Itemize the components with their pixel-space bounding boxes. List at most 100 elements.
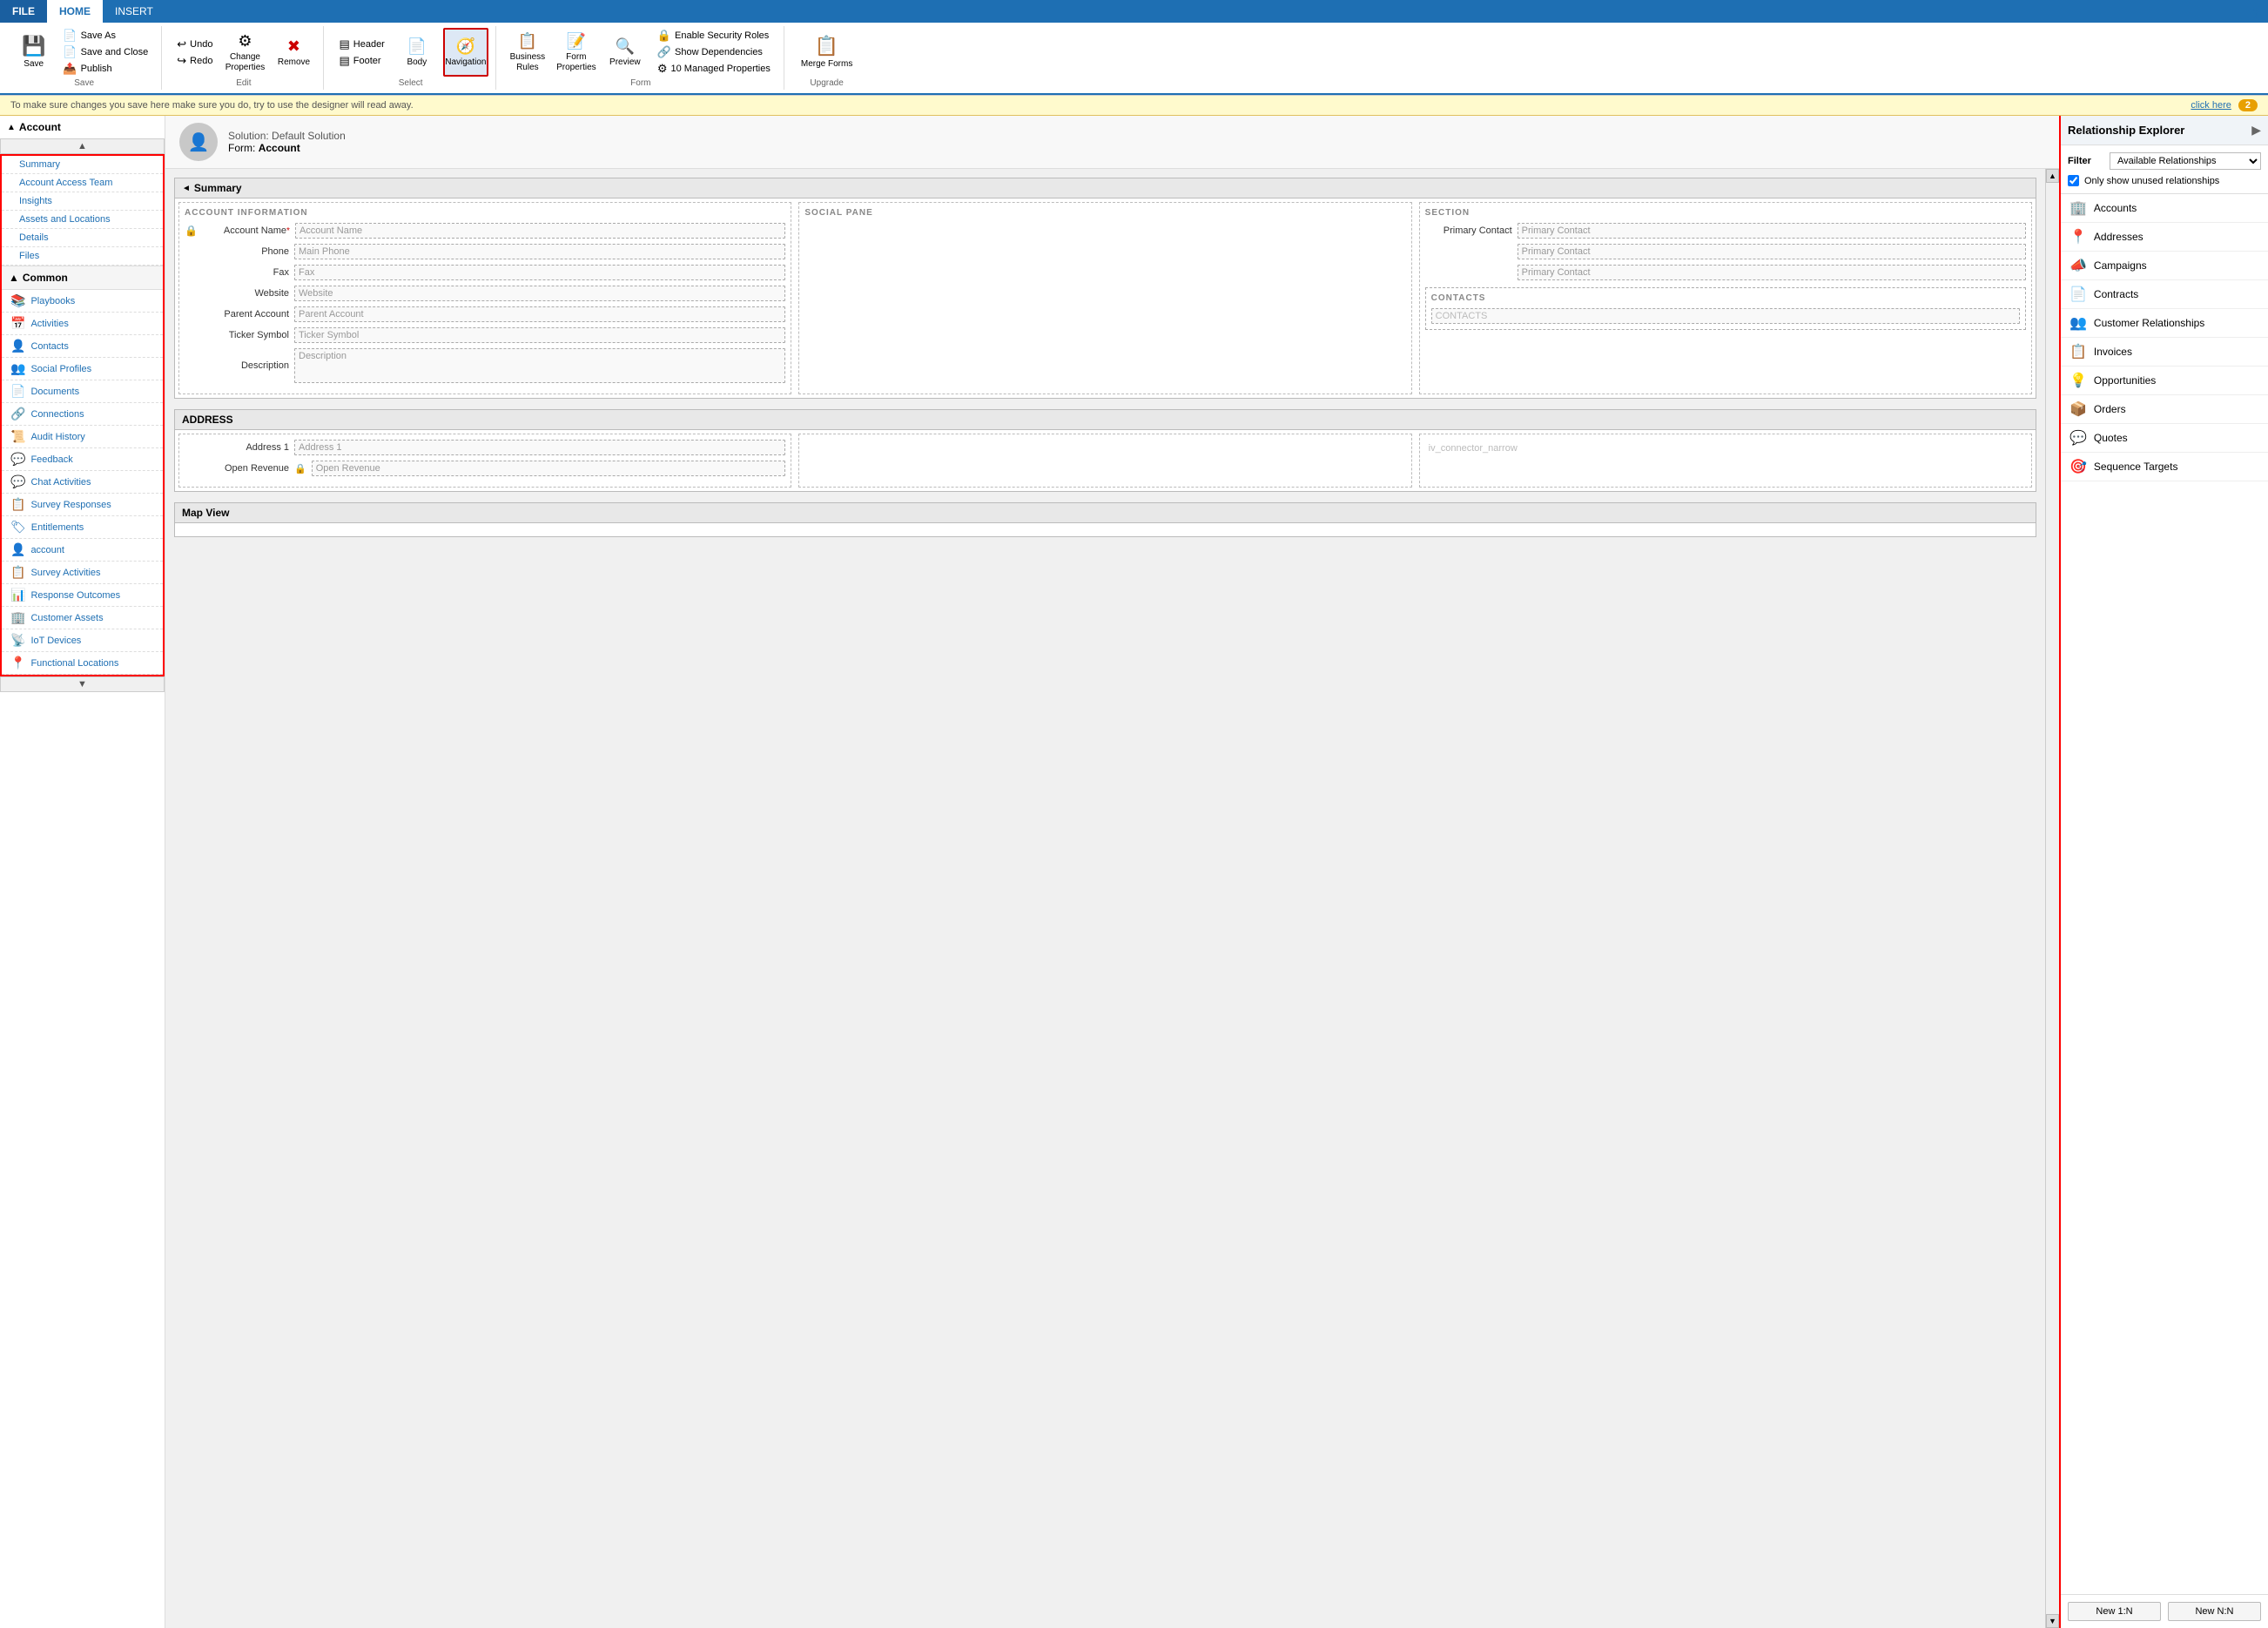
undo-button[interactable]: ↩ Undo: [171, 37, 219, 52]
nav-item-assets-locations[interactable]: Assets and Locations: [2, 211, 163, 229]
notification-link[interactable]: click here: [2191, 100, 2231, 111]
rel-item-quotes[interactable]: 💬 Quotes: [2061, 424, 2268, 453]
nav-item-insights[interactable]: Insights: [2, 192, 163, 211]
filter-checkbox[interactable]: [2068, 175, 2079, 186]
survey-activities-label: Survey Activities: [30, 568, 100, 578]
redo-button[interactable]: ↪ Redo: [171, 53, 219, 69]
website-input[interactable]: Website: [294, 286, 785, 301]
nav-item-survey-activities[interactable]: 📋 Survey Activities: [2, 562, 163, 584]
nav-item-account-access-team[interactable]: Account Access Team: [2, 174, 163, 192]
rel-item-invoices[interactable]: 📋 Invoices: [2061, 338, 2268, 367]
nav-item-social-profiles[interactable]: 👥 Social Profiles: [2, 358, 163, 380]
parent-account-label: Parent Account: [202, 309, 289, 320]
form-properties-button[interactable]: 📝 Form Properties: [554, 28, 599, 77]
rel-item-accounts[interactable]: 🏢 Accounts: [2061, 194, 2268, 223]
rel-item-addresses[interactable]: 📍 Addresses: [2061, 223, 2268, 252]
save-close-button[interactable]: 📄 Save and Close: [57, 44, 154, 60]
rel-item-sequence-targets[interactable]: 🎯 Sequence Targets: [2061, 453, 2268, 481]
rel-item-campaigns[interactable]: 📣 Campaigns: [2061, 252, 2268, 280]
remove-button[interactable]: ✖ Remove: [271, 28, 316, 77]
merge-forms-button[interactable]: 📋 Merge Forms: [793, 28, 860, 77]
rel-item-opportunities[interactable]: 💡 Opportunities: [2061, 367, 2268, 395]
change-properties-button[interactable]: ⚙ Change Properties: [222, 28, 267, 77]
nav-item-functional-locations[interactable]: 📍 Functional Locations: [2, 652, 163, 675]
nav-item-chat-activities[interactable]: 💬 Chat Activities: [2, 471, 163, 494]
nav-item-iot-devices[interactable]: 📡 IoT Devices: [2, 629, 163, 652]
description-input[interactable]: Description: [294, 348, 785, 383]
audit-history-label: Audit History: [30, 432, 84, 442]
filter-select[interactable]: Available Relationships All Relationship…: [2110, 152, 2261, 170]
nav-item-customer-assets[interactable]: 🏢 Customer Assets: [2, 607, 163, 629]
nav-item-contacts[interactable]: 👤 Contacts: [2, 335, 163, 358]
nav-item-entitlements[interactable]: 🏷 Entitlements: [2, 516, 163, 539]
nav-item-feedback[interactable]: 💬 Feedback: [2, 448, 163, 471]
field-row-ticker: Ticker Symbol Ticker Symbol: [185, 327, 785, 343]
rel-item-customer-relationships[interactable]: 👥 Customer Relationships: [2061, 309, 2268, 338]
save-close-label: Save and Close: [81, 47, 149, 57]
contacts-placeholder: CONTACTS: [1431, 308, 2020, 324]
nav-item-account[interactable]: 👤 account: [2, 539, 163, 562]
common-nav-header: ▲ Common: [2, 266, 163, 290]
nav-up-arrow[interactable]: ▲: [0, 138, 165, 154]
functional-locations-label: Functional Locations: [30, 658, 118, 669]
addresses-rel-name: Addresses: [2094, 231, 2143, 243]
enable-security-button[interactable]: 🔒 Enable Security Roles: [651, 28, 777, 44]
ticker-input[interactable]: Ticker Symbol: [294, 327, 785, 343]
customer-rel-icon: 👥: [2069, 314, 2087, 332]
sequence-targets-rel-name: Sequence Targets: [2094, 461, 2178, 473]
nav-item-playbooks[interactable]: 📚 Playbooks: [2, 290, 163, 313]
body-button[interactable]: 📄 Body: [394, 28, 440, 77]
account-label: account: [30, 545, 64, 555]
nav-item-files[interactable]: Files: [2, 247, 163, 266]
nav-item-response-outcomes[interactable]: 📊 Response Outcomes: [2, 584, 163, 607]
new-nn-button[interactable]: New N:N: [2168, 1602, 2261, 1621]
header-button[interactable]: ▤ Header: [333, 37, 390, 52]
address1-input[interactable]: Address 1: [294, 440, 785, 455]
nav-item-documents[interactable]: 📄 Documents: [2, 380, 163, 403]
nav-item-survey-responses[interactable]: 📋 Survey Responses: [2, 494, 163, 516]
rel-item-orders[interactable]: 📦 Orders: [2061, 395, 2268, 424]
primary-contact-input-2[interactable]: Primary Contact: [1518, 244, 2026, 259]
help-icon[interactable]: ?: [2251, 7, 2259, 23]
show-dependencies-button[interactable]: 🔗 Show Dependencies: [651, 44, 777, 60]
security-icon: 🔒: [657, 29, 671, 43]
upgrade-group-label: Upgrade: [810, 78, 843, 88]
nav-down-arrow[interactable]: ▼: [0, 676, 165, 692]
phone-input[interactable]: Main Phone: [294, 244, 785, 259]
right-panel-filter: Filter Available Relationships All Relat…: [2061, 145, 2268, 194]
nav-item-activities[interactable]: 📅 Activities: [2, 313, 163, 335]
parent-account-input[interactable]: Parent Account: [294, 306, 785, 322]
nav-item-audit-history[interactable]: 📜 Audit History: [2, 426, 163, 448]
footer-button[interactable]: ▤ Footer: [333, 53, 390, 69]
customer-assets-icon: 🏢: [10, 610, 25, 625]
managed-props-button[interactable]: ⚙ 10 Managed Properties: [651, 61, 777, 77]
canvas-scroll-down[interactable]: ▼: [2046, 1614, 2059, 1628]
rel-item-contracts[interactable]: 📄 Contracts: [2061, 280, 2268, 309]
account-name-input[interactable]: Account Name: [295, 223, 785, 239]
tab-home[interactable]: HOME: [47, 0, 103, 23]
canvas-scroll-up[interactable]: ▲: [2046, 169, 2059, 183]
save-label: Save: [24, 59, 44, 70]
open-revenue-input[interactable]: Open Revenue: [312, 461, 786, 476]
tab-file[interactable]: FILE: [0, 0, 47, 23]
nav-item-details[interactable]: Details: [2, 229, 163, 247]
business-rules-button[interactable]: 📋 Business Rules: [505, 28, 550, 77]
nav-item-connections[interactable]: 🔗 Connections: [2, 403, 163, 426]
primary-contact-input-3[interactable]: Primary Contact: [1518, 265, 2026, 280]
nav-item-summary[interactable]: Summary: [2, 156, 163, 174]
fax-input[interactable]: Fax: [294, 265, 785, 280]
right-panel-expand-btn[interactable]: ▶: [2251, 123, 2261, 138]
primary-contact-input[interactable]: Primary Contact: [1518, 223, 2026, 239]
iot-devices-icon: 📡: [10, 633, 25, 648]
save-as-button[interactable]: 📄 Save As: [57, 28, 154, 44]
navigation-button[interactable]: 🧭 Navigation: [443, 28, 488, 77]
save-button[interactable]: 💾 Save: [14, 28, 53, 77]
publish-button[interactable]: 📤 Publish: [57, 61, 154, 77]
filter-checkbox-row: Only show unused relationships: [2068, 175, 2261, 186]
preview-button[interactable]: 🔍 Preview: [602, 28, 648, 77]
new-1n-button[interactable]: New 1:N: [2068, 1602, 2161, 1621]
form-label: Form:: [228, 142, 255, 154]
tab-insert[interactable]: INSERT: [103, 0, 165, 23]
merge-forms-label: Merge Forms: [801, 59, 852, 70]
feedback-icon: 💬: [10, 452, 25, 467]
